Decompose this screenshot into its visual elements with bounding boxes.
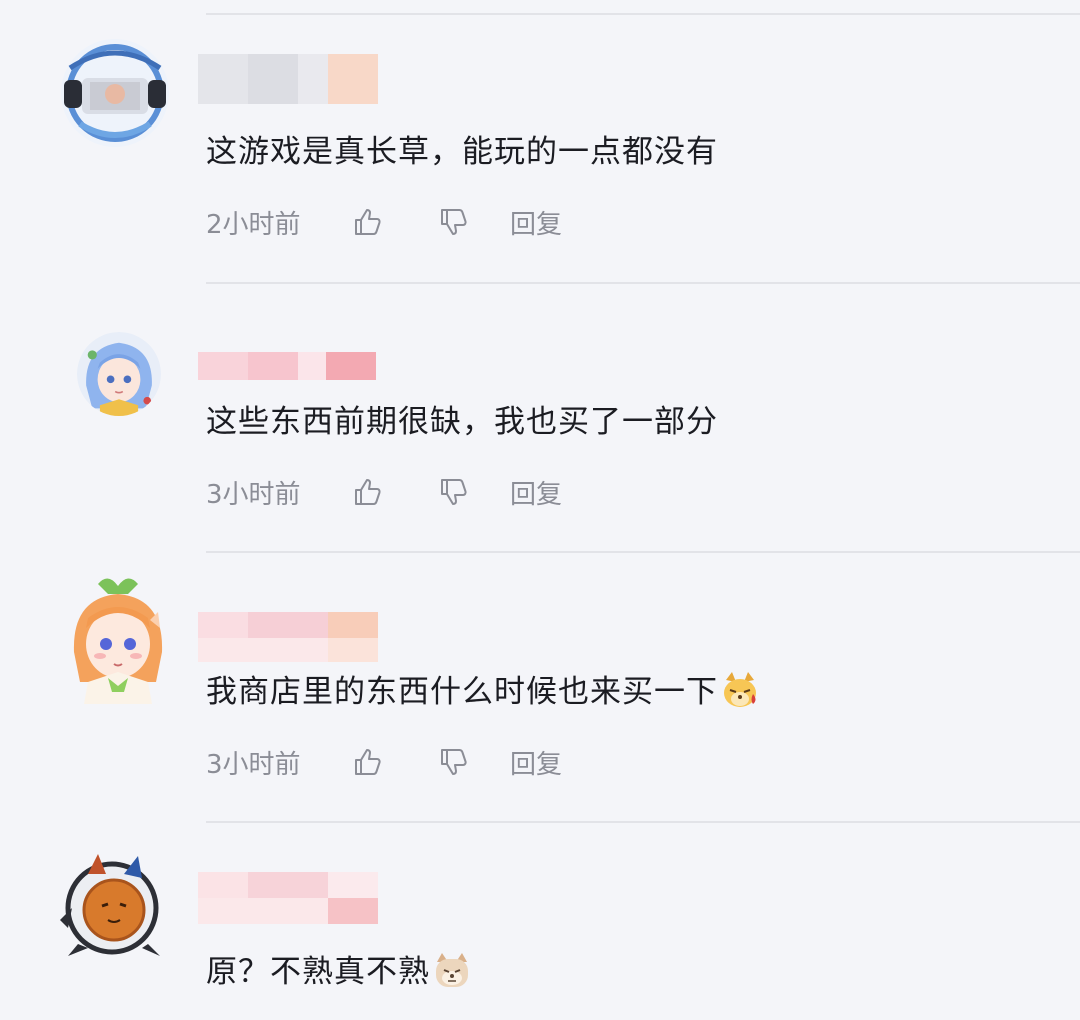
thumbs-up-icon <box>355 209 381 235</box>
blur-block <box>328 612 378 638</box>
comment-time: 3小时前 <box>206 749 301 780</box>
blur-block <box>198 898 328 924</box>
blur-block <box>198 612 248 638</box>
username-blurred[interactable] <box>198 54 378 104</box>
blur-block <box>328 54 378 104</box>
comment-meta: 3小时前 回复 <box>206 470 562 514</box>
thumbs-up-icon <box>355 749 381 775</box>
username-blurred[interactable] <box>198 872 378 924</box>
blur-block <box>328 872 378 898</box>
comment-text-content: 我商店里的东西什么时候也来买一下 <box>206 674 718 710</box>
blur-block <box>198 54 248 104</box>
username-blurred[interactable] <box>198 352 378 380</box>
blur-block <box>248 612 328 638</box>
orange-hair-anime-girl-icon[interactable] <box>68 572 168 704</box>
blur-block <box>198 352 248 380</box>
like-button[interactable] <box>352 746 438 778</box>
comment-item: 这游戏是真长草，能玩的一点都没有 2小时前 回复 <box>0 0 1080 270</box>
sweating-dog-face-emoji <box>720 670 760 710</box>
comment-meta: 3小时前 回复 <box>206 740 562 784</box>
comment-text-content: 原？不熟真不熟 <box>206 954 430 990</box>
blur-block <box>326 352 376 380</box>
comment-item: 我商店里的东西什么时候也来买一下 3小时前 回复 <box>0 540 1080 810</box>
blur-block <box>198 638 328 662</box>
comment-time: 3小时前 <box>206 479 301 510</box>
cat-mech-avatar-icon[interactable] <box>58 848 162 958</box>
blur-block <box>248 54 298 104</box>
blue-hair-anime-girl-icon[interactable] <box>77 332 161 416</box>
reply-button[interactable]: 回复 <box>510 474 562 511</box>
dislike-button[interactable] <box>438 206 510 238</box>
comment-text: 这游戏是真长草，能玩的一点都没有 <box>206 134 718 170</box>
comment-item: 原？不熟真不熟 <box>0 810 1080 1020</box>
reply-button[interactable]: 回复 <box>510 744 562 781</box>
comment-meta: 2小时前 回复 <box>206 200 562 244</box>
blur-block <box>328 638 378 662</box>
dislike-button[interactable] <box>438 746 510 778</box>
like-button[interactable] <box>352 206 438 238</box>
comment-text: 这些东西前期很缺，我也买了一部分 <box>206 404 718 440</box>
comment-text: 我商店里的东西什么时候也来买一下 <box>206 670 760 714</box>
blur-block <box>198 872 248 898</box>
thumbs-down-icon <box>441 749 467 775</box>
thumbs-down-icon <box>441 479 467 505</box>
dislike-button[interactable] <box>438 476 510 508</box>
like-button[interactable] <box>352 476 438 508</box>
blue-frame-avatar-icon[interactable] <box>60 38 170 148</box>
reply-button[interactable]: 回复 <box>510 204 562 241</box>
username-blurred[interactable] <box>198 612 378 664</box>
comment-item: 这些东西前期很缺，我也买了一部分 3小时前 回复 <box>0 270 1080 540</box>
comment-text: 原？不熟真不熟 <box>206 950 472 994</box>
comment-feed: 这游戏是真长草，能玩的一点都没有 2小时前 回复 这些东西前期很缺，我也买了一部… <box>0 0 1080 1020</box>
blur-block <box>298 54 328 104</box>
blur-block <box>298 352 326 380</box>
thumbs-down-icon <box>441 209 467 235</box>
blur-block <box>248 872 328 898</box>
thumbs-up-icon <box>355 479 381 505</box>
comment-time: 2小时前 <box>206 209 301 240</box>
shiba-dog-face-emoji <box>432 950 472 990</box>
blur-block <box>248 352 298 380</box>
blur-block <box>328 898 378 924</box>
